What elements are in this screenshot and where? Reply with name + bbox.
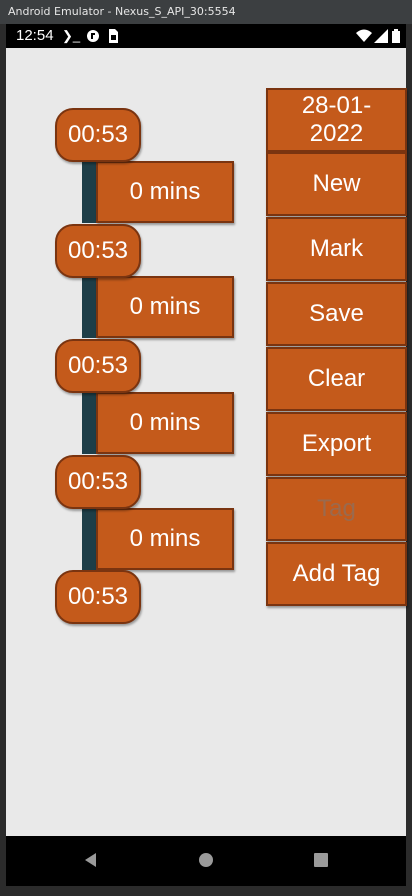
recents-icon[interactable] [311, 850, 331, 870]
wifi-icon [356, 24, 372, 51]
battery-icon [392, 24, 400, 51]
time-pill[interactable]: 00:53 [55, 108, 141, 162]
tag-button[interactable]: Tag [266, 477, 407, 541]
export-button[interactable]: Export [266, 412, 407, 476]
app-icon [86, 24, 100, 51]
save-button[interactable]: Save [266, 282, 407, 346]
time-pill[interactable]: 00:53 [55, 339, 141, 393]
emulator-bottom-edge [0, 886, 412, 896]
add-tag-label: Add Tag [292, 560, 381, 587]
date-button[interactable]: 28-01-2022 [266, 88, 407, 152]
android-navigation-bar [6, 836, 406, 886]
duration-button[interactable]: 0 mins [96, 392, 234, 454]
signal-icon [374, 24, 388, 51]
add-tag-button[interactable]: Add Tag [266, 542, 407, 606]
duration-button[interactable]: 0 mins [96, 508, 234, 570]
home-icon[interactable] [196, 850, 216, 870]
status-time: 12:54 [16, 27, 54, 44]
clear-button[interactable]: Clear [266, 347, 407, 411]
new-button[interactable]: New [266, 152, 407, 216]
emulator-title-bar: Android Emulator - Nexus_S_API_30:5554 [0, 0, 412, 24]
mark-button[interactable]: Mark [266, 217, 407, 281]
duration-button[interactable]: 0 mins [96, 276, 234, 338]
timeline-bar [82, 392, 96, 454]
duration-button[interactable]: 0 mins [96, 161, 234, 223]
timeline-bar [82, 276, 96, 338]
window-title: Android Emulator - Nexus_S_API_30:5554 [8, 5, 236, 18]
time-pill[interactable]: 00:53 [55, 224, 141, 278]
time-pill[interactable]: 00:53 [55, 455, 141, 509]
timeline-bar [82, 508, 96, 570]
terminal-icon: ❯_ [62, 28, 81, 43]
sim-icon [108, 24, 119, 51]
back-icon[interactable] [81, 850, 101, 870]
app-screen: 0 mins 0 mins 0 mins 0 mins 00:53 00:53 … [6, 48, 407, 836]
date-label: 28-01-2022 [301, 92, 372, 147]
timeline-bar [82, 161, 96, 223]
android-status-bar: 12:54 ❯_ [6, 24, 406, 48]
time-pill[interactable]: 00:53 [55, 570, 141, 624]
